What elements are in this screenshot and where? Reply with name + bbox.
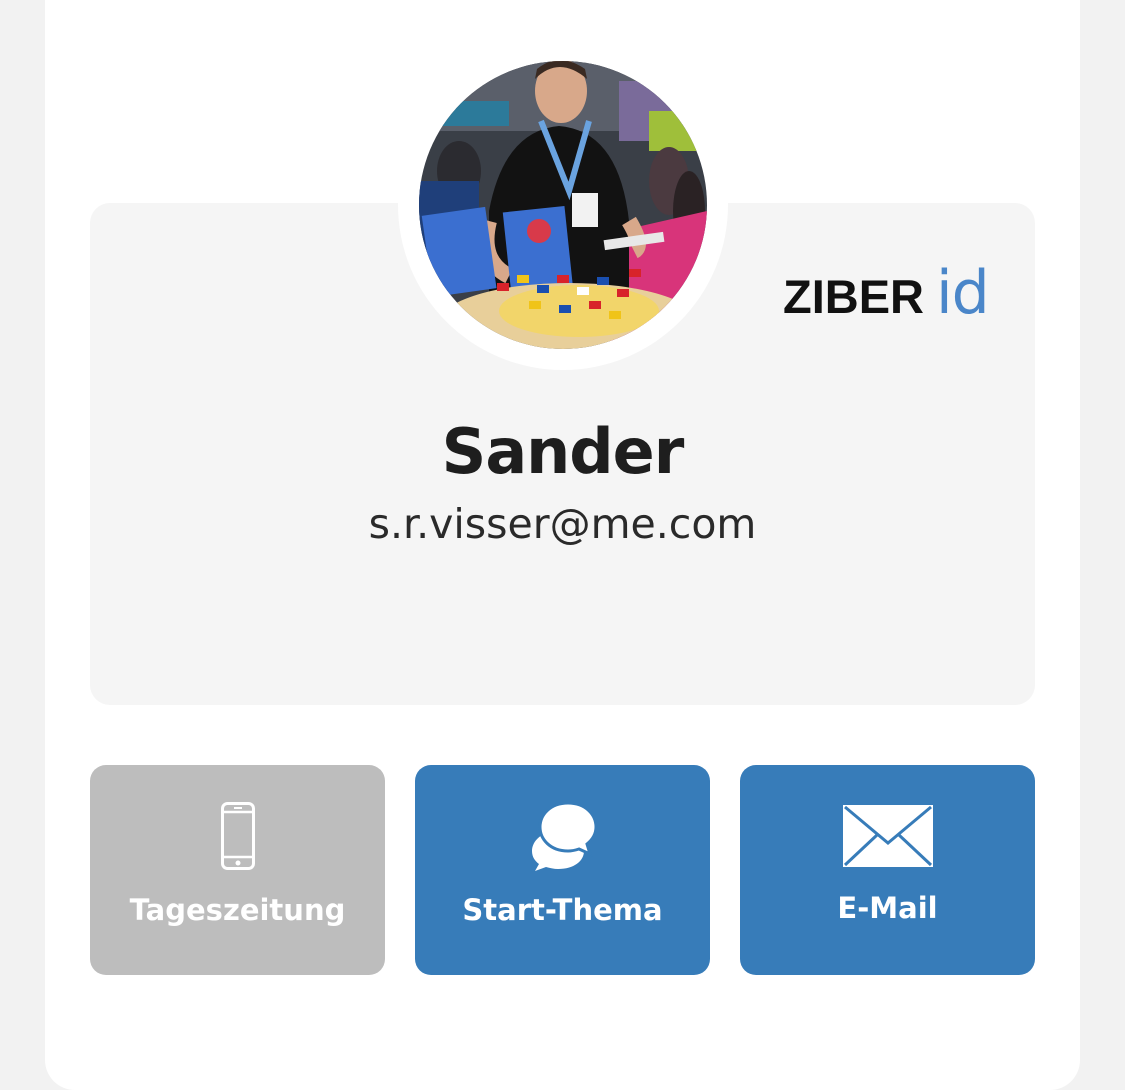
start-thema-label: Start-Thema xyxy=(462,893,663,927)
brand-logo-main: ZIBER xyxy=(783,270,924,323)
tageszeitung-label: Tageszeitung xyxy=(129,893,346,927)
brand-logo: ZIBER id xyxy=(783,258,990,328)
avatar-photo xyxy=(419,61,707,349)
tageszeitung-button[interactable]: Tageszeitung xyxy=(90,765,385,975)
user-name: Sander xyxy=(441,415,685,488)
email-label: E-Mail xyxy=(837,891,938,925)
user-email[interactable]: s.r.visser@me.com xyxy=(90,500,1035,548)
start-thema-button[interactable]: Start-Thema xyxy=(415,765,710,975)
avatar[interactable] xyxy=(419,61,707,349)
brand-logo-suffix: id xyxy=(936,258,990,328)
chat-bubbles-icon xyxy=(415,801,710,871)
envelope-icon xyxy=(740,801,1035,871)
phone-icon xyxy=(90,801,385,871)
email-button[interactable]: E-Mail xyxy=(740,765,1035,975)
